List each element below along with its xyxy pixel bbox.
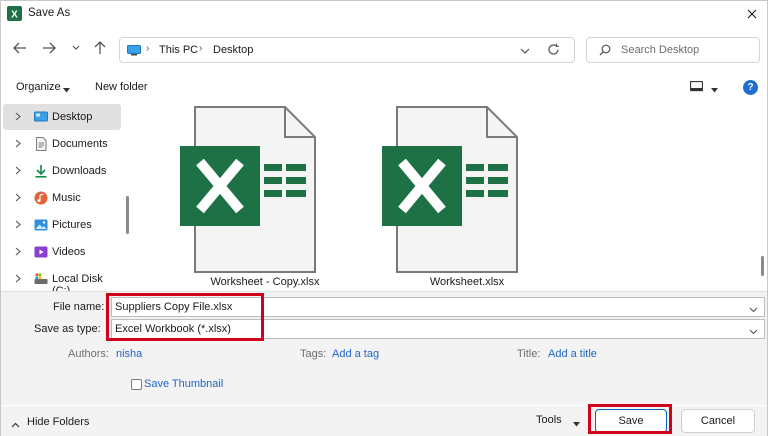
- back-arrow-icon[interactable]: [11, 39, 29, 57]
- file-list: Worksheet - Copy.xlsx Worksheet.xlsx: [135, 102, 767, 290]
- cancel-button[interactable]: Cancel: [681, 409, 755, 433]
- recent-locations-chevron-icon[interactable]: [67, 39, 85, 57]
- breadcrumb-separator-icon: ›: [199, 43, 203, 54]
- chevron-down-icon[interactable]: [749, 304, 758, 316]
- caret-down-icon[interactable]: [711, 84, 718, 96]
- add-title-link[interactable]: Add a title: [548, 348, 597, 360]
- save-as-dialog: X Save As › This PC › Desktop Search Des…: [0, 0, 768, 436]
- authors-label: Authors:: [68, 348, 109, 360]
- tools-button[interactable]: Tools: [536, 414, 562, 426]
- videos-icon: [34, 245, 48, 259]
- sidebar-item-label: Documents: [52, 138, 108, 150]
- organize-button[interactable]: Organize: [16, 81, 61, 93]
- caret-down-icon[interactable]: [573, 418, 580, 430]
- chevron-right-icon[interactable]: [15, 220, 21, 232]
- help-icon[interactable]: ?: [743, 80, 758, 95]
- file-item[interactable]: Worksheet.xlsx: [352, 106, 518, 290]
- chevron-right-icon[interactable]: [15, 247, 21, 259]
- chevron-right-icon[interactable]: [15, 166, 21, 178]
- breadcrumb-this-pc[interactable]: This PC: [159, 44, 198, 56]
- chevron-down-icon[interactable]: [749, 326, 758, 338]
- excel-app-icon: X: [7, 6, 22, 21]
- sidebar-item-desktop[interactable]: Desktop: [3, 104, 121, 130]
- sidebar-item-label: Pictures: [52, 219, 92, 231]
- address-history-chevron-icon[interactable]: [520, 46, 530, 58]
- pictures-icon: [34, 218, 48, 232]
- sidebar-item-label: Downloads: [52, 165, 107, 177]
- file-item[interactable]: Worksheet - Copy.xlsx: [150, 106, 320, 290]
- authors-value[interactable]: nisha: [116, 348, 142, 360]
- search-input[interactable]: Search Desktop: [586, 37, 760, 63]
- save-as-type-label: Save as type:: [34, 323, 101, 335]
- sidebar-item-pictures[interactable]: Pictures: [3, 212, 121, 238]
- command-bar: Organize New folder ?: [1, 73, 767, 101]
- file-name-label: Worksheet - Copy.xlsx: [210, 276, 320, 288]
- save-thumbnail-checkbox[interactable]: [131, 379, 142, 390]
- caret-down-icon[interactable]: [63, 84, 70, 96]
- view-options-icon[interactable]: [690, 81, 703, 95]
- add-tag-link[interactable]: Add a tag: [332, 348, 379, 360]
- file-name-label: File name:: [53, 301, 105, 313]
- excel-file-icon: [382, 106, 522, 277]
- this-pc-icon: [127, 45, 141, 56]
- hide-folders-button[interactable]: Hide Folders: [27, 416, 89, 428]
- title-bar: X Save As: [1, 1, 767, 27]
- documents-icon: [34, 137, 48, 151]
- breadcrumb-separator-icon: ›: [146, 43, 150, 54]
- new-folder-button[interactable]: New folder: [95, 81, 148, 93]
- sidebar-item-label: Videos: [52, 246, 86, 258]
- file-list-scrollbar[interactable]: [761, 256, 764, 276]
- navigation-pane: Desktop Documents Downloads Music Pictur…: [1, 102, 131, 297]
- desktop-icon: [34, 110, 48, 124]
- up-arrow-icon[interactable]: [91, 39, 109, 57]
- excel-file-icon: [180, 106, 320, 277]
- forward-arrow-icon[interactable]: [40, 39, 58, 57]
- save-thumbnail-label[interactable]: Save Thumbnail: [144, 378, 223, 390]
- highlight-annotation: [106, 293, 264, 341]
- search-placeholder: Search Desktop: [621, 44, 700, 56]
- window-title: Save As: [28, 7, 71, 19]
- sidebar-item-videos[interactable]: Videos: [3, 239, 121, 265]
- address-bar[interactable]: › This PC › Desktop: [119, 37, 575, 63]
- title-label: Title:: [517, 348, 541, 360]
- navigation-bar: › This PC › Desktop Search Desktop: [1, 27, 767, 71]
- search-icon: [599, 44, 611, 59]
- close-icon[interactable]: [737, 1, 767, 27]
- highlight-annotation: [588, 404, 672, 434]
- file-name-label: Worksheet.xlsx: [429, 276, 505, 288]
- chevron-right-icon[interactable]: [15, 139, 21, 151]
- sidebar-item-local-disk[interactable]: Local Disk (C:): [3, 266, 121, 297]
- chevron-up-icon[interactable]: [11, 419, 20, 431]
- chevron-right-icon[interactable]: [15, 274, 21, 286]
- sidebar-scrollbar[interactable]: [126, 196, 129, 234]
- refresh-icon[interactable]: [547, 43, 560, 59]
- chevron-right-icon[interactable]: [15, 112, 21, 124]
- local-disk-icon: [34, 272, 48, 286]
- downloads-icon: [34, 164, 48, 178]
- svg-text:X: X: [11, 10, 18, 21]
- music-icon: [34, 191, 48, 205]
- sidebar-item-downloads[interactable]: Downloads: [3, 158, 121, 184]
- sidebar-item-label: Desktop: [52, 111, 93, 123]
- sidebar-item-label: Music: [52, 192, 81, 204]
- tags-label: Tags:: [300, 348, 327, 360]
- sidebar-item-documents[interactable]: Documents: [3, 131, 121, 157]
- sidebar-item-music[interactable]: Music: [3, 185, 121, 211]
- chevron-right-icon[interactable]: [15, 193, 21, 205]
- breadcrumb-desktop[interactable]: Desktop: [213, 44, 253, 56]
